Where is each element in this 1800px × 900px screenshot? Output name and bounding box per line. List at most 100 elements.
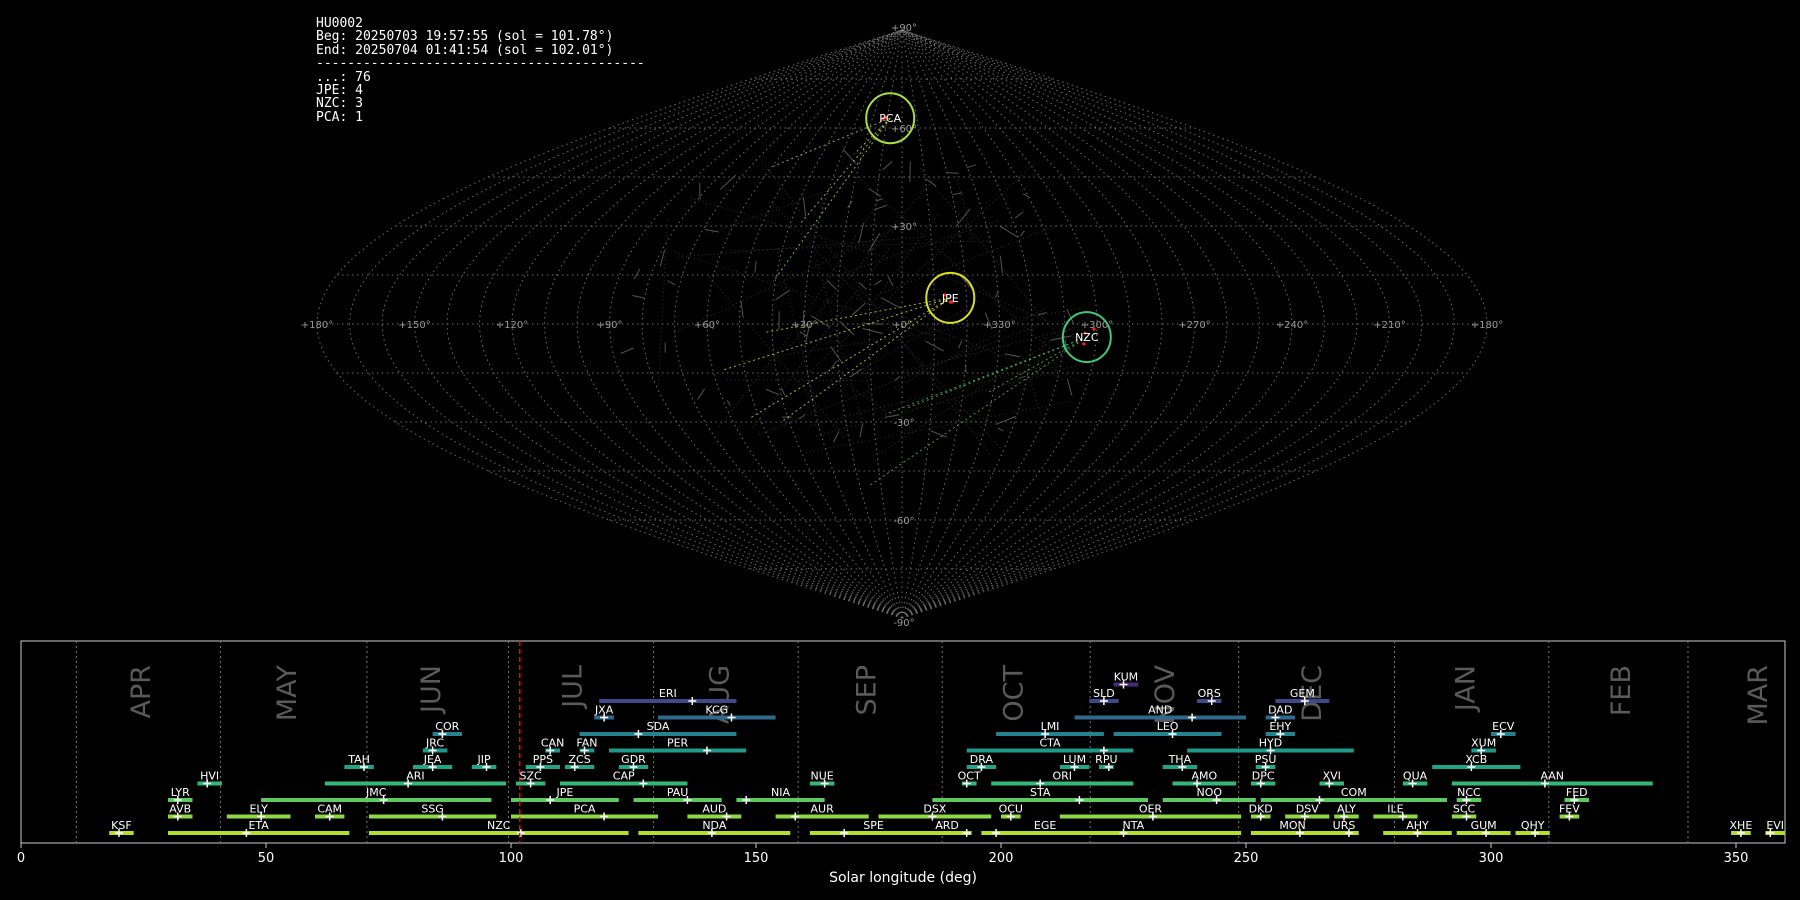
shower-timeline-chart: APR MAY JUN JUL AUG SEP OCT NOV DEC JAN FEB MARKSF E… <box>17 640 1786 886</box>
shower-label: NDA <box>702 819 727 832</box>
shower-label: NOO <box>1196 786 1222 799</box>
month-label-apr: APR <box>126 665 157 719</box>
meteor-trace <box>930 430 948 438</box>
month-label-jul: JUL <box>557 665 588 710</box>
shower-label: HVI <box>200 770 219 783</box>
back-projection <box>1022 357 1041 413</box>
meteor-trace <box>802 196 807 217</box>
shower-label: DRA <box>970 753 994 766</box>
meteor-trace <box>909 161 911 183</box>
month-label-feb: FEB <box>1606 665 1637 716</box>
shower-label: NUE <box>811 770 834 783</box>
shower-label: AAN <box>1540 770 1564 783</box>
shower-avb: AVB <box>168 803 193 821</box>
meteor-trace <box>697 388 706 400</box>
meteor-trace <box>958 340 963 349</box>
meteor-trace <box>884 414 900 418</box>
shower-xum: XUM <box>1471 737 1496 755</box>
shower-label: ETA <box>248 819 269 832</box>
shower-label: CAN <box>541 737 564 750</box>
lon-label: +240° <box>1276 320 1308 331</box>
shower-label: GDR <box>621 753 646 766</box>
meteor-trace <box>995 415 1016 425</box>
meteor-trace <box>765 388 779 395</box>
radiant-line <box>867 336 1088 487</box>
back-projection <box>688 197 888 259</box>
shower-label: NZC <box>487 819 511 832</box>
shower-label: OCT <box>958 770 981 783</box>
shower-label: ALY <box>1337 803 1356 816</box>
shower-label: GUM <box>1471 819 1497 832</box>
meteor-trace <box>995 291 999 298</box>
shower-label: ORS <box>1198 687 1221 700</box>
shower-label: TAH <box>347 753 370 766</box>
shower-label: NIA <box>771 786 790 799</box>
meteor-trace <box>887 276 894 286</box>
shower-label: MON <box>1279 819 1305 832</box>
meteor-trace <box>952 192 963 196</box>
meteor-trace <box>667 280 676 286</box>
radiant-label: NZC <box>1075 331 1099 344</box>
meteor-trace <box>830 346 842 362</box>
meteor-trace <box>874 279 882 286</box>
back-projection <box>677 236 921 258</box>
radiant-line <box>987 336 1088 394</box>
shower-aly: ALY <box>1334 803 1359 821</box>
shower-label: NCC <box>1457 786 1481 799</box>
shower-zcs: ZCS <box>564 753 595 771</box>
shower-label: JEA <box>423 753 442 766</box>
meteor-trace <box>863 322 883 325</box>
shower-dpc: DPC <box>1250 770 1276 788</box>
shower-label: PAU <box>667 786 689 799</box>
shower-hvi: HVI <box>197 770 222 788</box>
shower-label: AMO <box>1192 770 1218 783</box>
back-projection <box>708 185 841 235</box>
shower-label: RPU <box>1095 753 1117 766</box>
shower-label: DKD <box>1249 803 1273 816</box>
shower-label: SZC <box>519 770 542 783</box>
month-label-mar: MAR <box>1743 665 1774 726</box>
x-tick-label: 300 <box>1479 851 1504 866</box>
radiant-label: PCA <box>879 112 901 125</box>
shower-label: ORI <box>1052 770 1072 783</box>
shower-label: PCA <box>574 803 596 816</box>
lon-label: +270° <box>1178 320 1210 331</box>
shower-label: LMI <box>1041 720 1060 733</box>
radiant-line <box>772 117 891 282</box>
meteor-trace <box>780 387 786 396</box>
back-projection <box>796 199 880 329</box>
lon-label: +90° <box>596 320 622 331</box>
shower-label: FED <box>1566 786 1588 799</box>
shower-gdr: GDR <box>618 753 649 771</box>
shower-qua: QUA <box>1402 770 1428 788</box>
x-tick-label: 350 <box>1724 851 1749 866</box>
meteor-trace <box>966 164 976 169</box>
radiant-line <box>750 297 951 418</box>
meteor-trace <box>632 295 645 299</box>
shower-label: QHY <box>1521 819 1545 832</box>
shower-label: DSX <box>923 803 946 816</box>
month-label-jun: JUN <box>416 665 447 715</box>
lon-label: +120° <box>496 320 528 331</box>
shower-label: XHE <box>1730 819 1753 832</box>
shower-label: AND <box>1148 704 1172 717</box>
radiant-label: JPE <box>941 292 959 305</box>
meteor-trace <box>1049 335 1072 341</box>
x-axis-label: Solar longitude (deg) <box>829 870 977 886</box>
shower-label: COM <box>1341 786 1367 799</box>
meteor-trace <box>868 188 881 197</box>
shower-tah: TAH <box>344 753 374 771</box>
shower-cam: CAM <box>315 803 345 821</box>
shower-label: JXA <box>594 704 614 717</box>
lon-label: +180° <box>301 320 333 331</box>
back-projection <box>810 364 1051 426</box>
shower-label: SLD <box>1093 687 1115 700</box>
shower-label: DAD <box>1268 704 1292 717</box>
radiant-line <box>782 297 951 422</box>
shower-label: XVI <box>1323 770 1341 783</box>
shower-label: EVI <box>1766 819 1784 832</box>
shower-label: SPE <box>863 819 884 832</box>
shower-label: SDA <box>647 720 670 733</box>
meteor-trace <box>874 205 887 210</box>
shower-cor: COR <box>432 720 462 738</box>
